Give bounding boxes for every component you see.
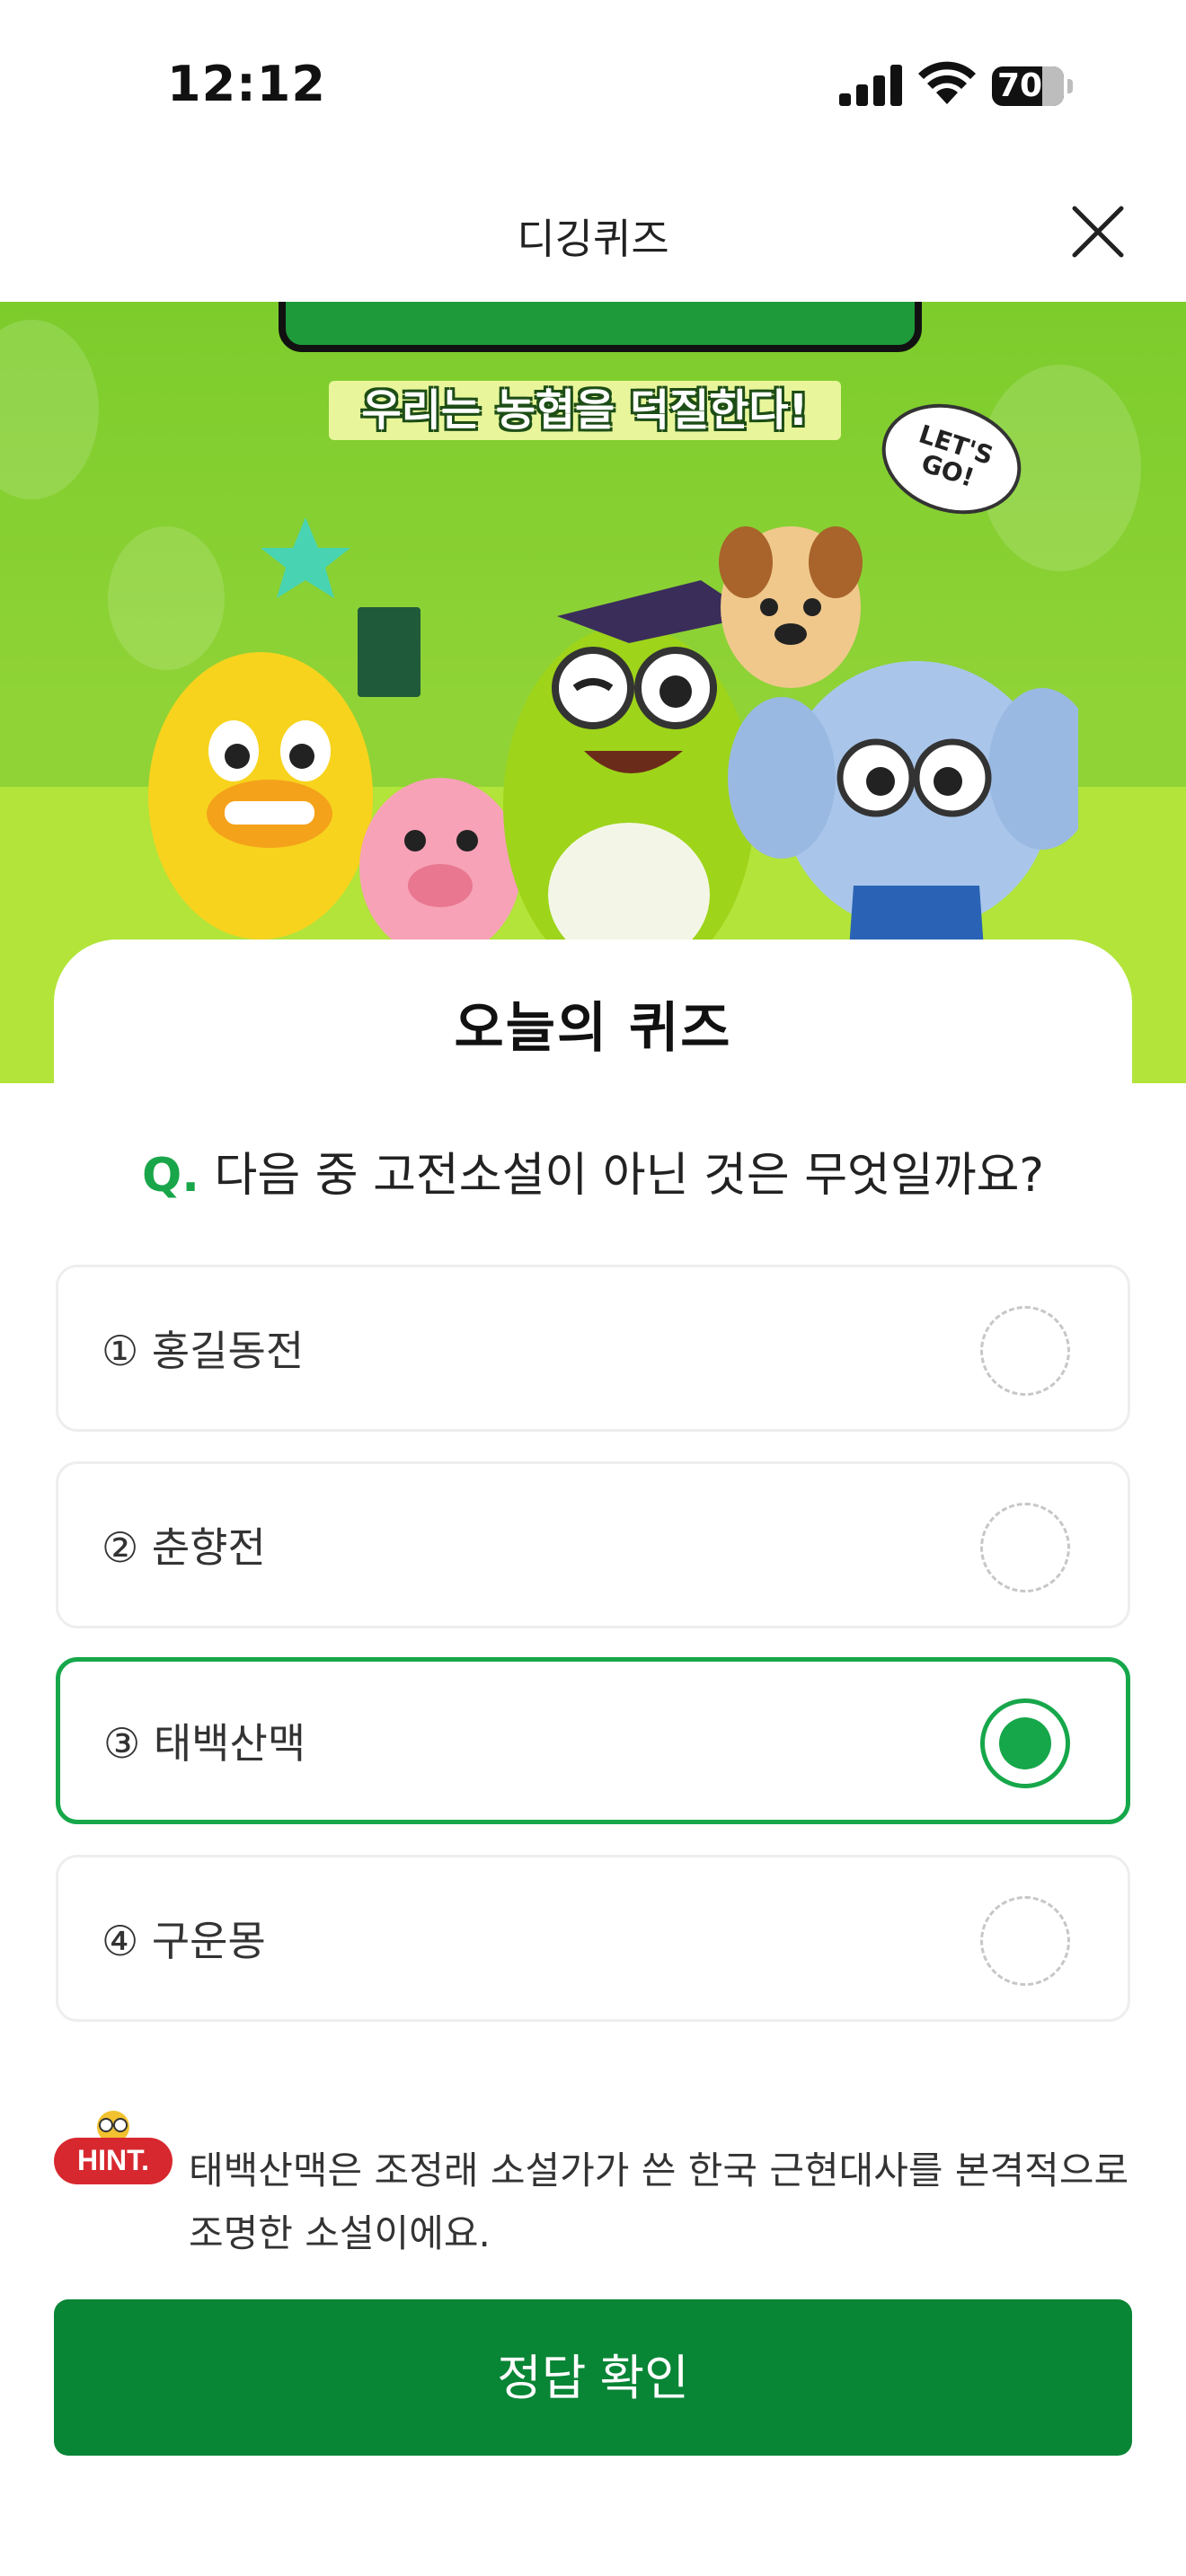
digging-quiz-logo (279, 302, 922, 352)
app-header: 디깅퀴즈 (0, 171, 1186, 302)
radio-selected-icon[interactable] (980, 1698, 1070, 1788)
option-3[interactable]: ③ 태백산맥 (56, 1657, 1130, 1824)
question-text: Q. 다음 중 고전소설이 아닌 것은 무엇일까요? (0, 1137, 1186, 1204)
radio-unselected-icon[interactable] (980, 1306, 1070, 1396)
option-2[interactable]: ② 춘향전 (56, 1461, 1130, 1628)
question-prefix: Q. (141, 1149, 199, 1203)
cellular-signal-icon (839, 65, 904, 106)
mascot-characters-illustration (148, 517, 1078, 1011)
battery-level: 70 (996, 67, 1043, 104)
option-label: ③ 태백산맥 (103, 1719, 306, 1768)
hint-badge-label: HINT. (77, 2144, 149, 2176)
option-label: ④ 구운몽 (102, 1917, 266, 1965)
clock: 12:12 (167, 56, 326, 112)
banner-slogan: 우리는 농협을 덕질한다! (329, 381, 841, 440)
question-body: 다음 중 고전소설이 아닌 것은 무엇일까요? (214, 1149, 1045, 1203)
option-label: ① 홍길동전 (102, 1327, 305, 1375)
close-icon[interactable] (1066, 199, 1130, 264)
option-label: ② 춘향전 (102, 1523, 266, 1572)
wifi-icon (918, 61, 976, 104)
option-4[interactable]: ④ 구운몽 (56, 1855, 1130, 2022)
hint-text: 태백산맥은 조정래 소설가가 쓴 한국 근현대사를 본격적으로 조명한 소설이에… (189, 2148, 1129, 2255)
status-bar: 12:12 70 (0, 0, 1186, 171)
option-1[interactable]: ① 홍길동전 (56, 1265, 1130, 1432)
quiz-heading: 오늘의 퀴즈 (445, 984, 741, 1063)
radio-unselected-icon[interactable] (980, 1896, 1070, 1986)
battery-icon: 70 (992, 66, 1073, 106)
hint-badge-icon: HINT. (54, 2111, 173, 2184)
check-answer-button[interactable]: 정답 확인 (54, 2299, 1132, 2456)
page-title: 디깅퀴즈 (517, 215, 669, 263)
radio-unselected-icon[interactable] (980, 1503, 1070, 1592)
